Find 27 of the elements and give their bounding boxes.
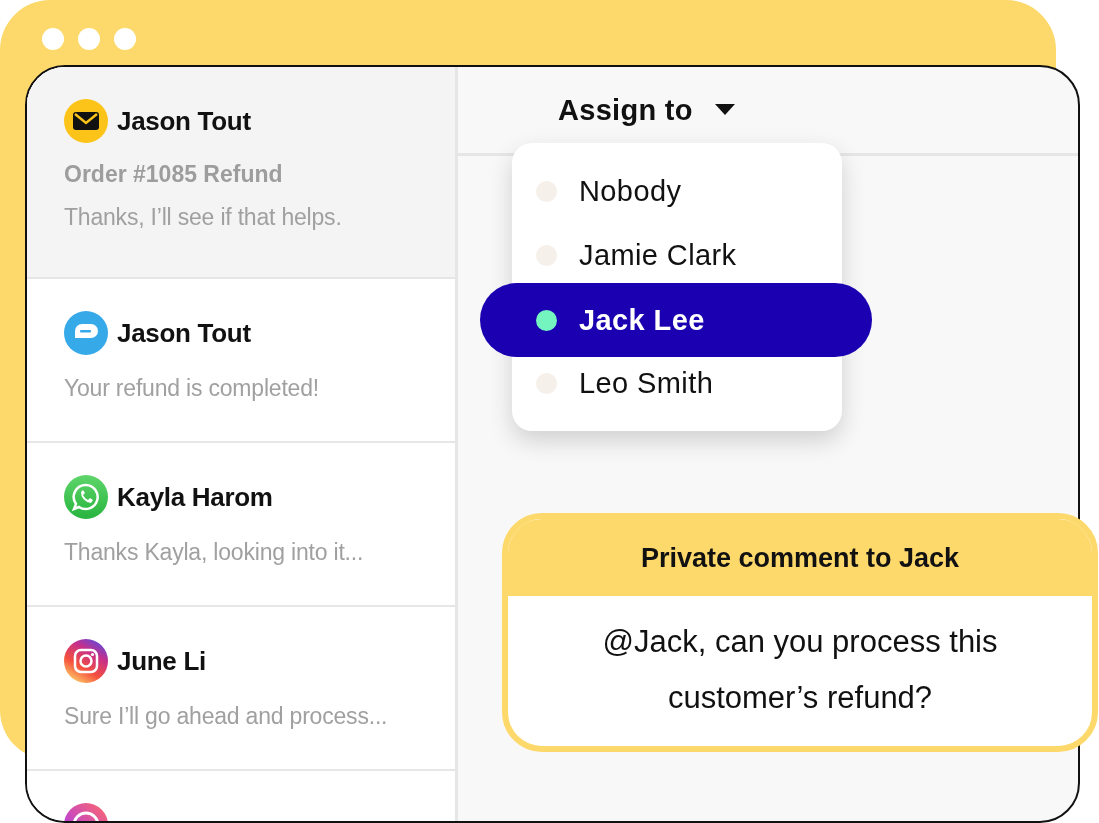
message-preview: Your refund is completed! bbox=[64, 375, 320, 402]
window-dot bbox=[42, 28, 64, 50]
chat-bubble-icon bbox=[64, 311, 108, 355]
contact-name: Jason Tout bbox=[117, 317, 251, 349]
message-preview: Thanks Kayla, looking into it... bbox=[64, 539, 365, 566]
caret-icon bbox=[714, 104, 735, 116]
message-preview: Sure I’ll go ahead and process... bbox=[64, 703, 389, 730]
subject-line: Order #1085 Refund bbox=[64, 161, 284, 188]
contact-name: June Li bbox=[117, 645, 206, 677]
conversation-item[interactable]: June Li Sure I’ll go ahead and process... bbox=[27, 607, 455, 769]
window-dot bbox=[114, 28, 136, 50]
window-dot bbox=[78, 28, 100, 50]
assign-to-dropdown[interactable]: Assign to bbox=[558, 93, 735, 127]
conversation-item[interactable]: Kayla Harom Thanks Kayla, looking into it... bbox=[27, 443, 455, 605]
phone-bubble-icon bbox=[64, 475, 108, 519]
contact-name: Jason Tout bbox=[117, 105, 251, 137]
camera-icon bbox=[64, 639, 108, 683]
assignee-option[interactable]: Jack Lee bbox=[480, 283, 872, 357]
conversation-item[interactable]: Jason Tout Your refund is completed! bbox=[27, 279, 455, 441]
message-preview: Thanks, I’ll see if that helps. bbox=[64, 204, 343, 231]
status-dot bbox=[536, 309, 557, 331]
comment-title: Private comment to Jack bbox=[508, 519, 1092, 596]
envelope-icon bbox=[64, 99, 108, 143]
comment-text: @Jack, can you process this customer’s refund? bbox=[601, 623, 999, 717]
contact-name: Kayla Harom bbox=[117, 481, 273, 513]
conversation-item[interactable]: Jason Tout Order #1085 Refund Thanks, I’ll see if that helps. bbox=[27, 67, 455, 277]
assignee-option[interactable]: Nobody bbox=[512, 159, 842, 223]
